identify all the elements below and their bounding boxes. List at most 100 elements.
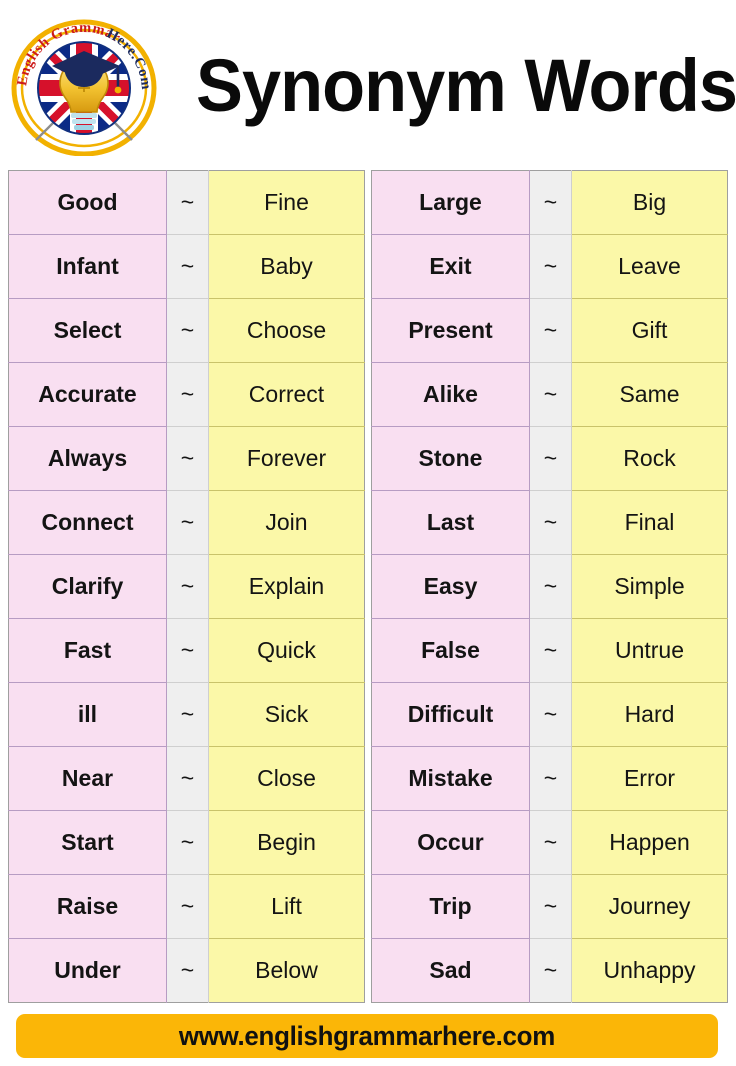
tilde-separator: ~ <box>529 426 572 491</box>
synonym-cell: Same <box>571 362 728 427</box>
word-cell: Under <box>8 938 167 1003</box>
table-row: Select ~ Choose <box>8 298 365 363</box>
tilde-separator: ~ <box>166 746 209 811</box>
table-row: Fast ~ Quick <box>8 618 365 683</box>
tilde-separator: ~ <box>529 298 572 363</box>
synonym-cell: Correct <box>208 362 365 427</box>
word-cell: Connect <box>8 490 167 555</box>
word-cell: Stone <box>371 426 530 491</box>
table-row: Clarify ~ Explain <box>8 554 365 619</box>
synonym-tables: Good ~ Fine Infant ~ Baby Select ~ Choose Accurat… <box>0 170 736 1003</box>
table-row: Connect ~ Join <box>8 490 365 555</box>
table-row: ill ~ Sick <box>8 682 365 747</box>
table-row: Last ~ Final <box>371 490 728 555</box>
table-row: Difficult ~ Hard <box>371 682 728 747</box>
table-row: Trip ~ Journey <box>371 874 728 939</box>
website-footer-bar[interactable]: www.englishgrammarhere.com <box>16 1014 718 1058</box>
word-cell: Good <box>8 170 167 235</box>
table-row: Occur ~ Happen <box>371 810 728 875</box>
tilde-separator: ~ <box>166 874 209 939</box>
tilde-separator: ~ <box>529 170 572 235</box>
synonym-cell: Leave <box>571 234 728 299</box>
word-cell: Difficult <box>371 682 530 747</box>
table-row: Alike ~ Same <box>371 362 728 427</box>
tilde-separator: ~ <box>166 298 209 363</box>
word-cell: Exit <box>371 234 530 299</box>
synonym-cell: Fine <box>208 170 365 235</box>
word-cell: Last <box>371 490 530 555</box>
table-row: Exit ~ Leave <box>371 234 728 299</box>
synonym-cell: Rock <box>571 426 728 491</box>
word-cell: Fast <box>8 618 167 683</box>
synonym-cell: Quick <box>208 618 365 683</box>
word-cell: Occur <box>371 810 530 875</box>
synonym-cell: Baby <box>208 234 365 299</box>
word-cell: Mistake <box>371 746 530 811</box>
tilde-separator: ~ <box>166 682 209 747</box>
website-url: www.englishgrammarhere.com <box>178 1020 556 1051</box>
synonym-table-left: Good ~ Fine Infant ~ Baby Select ~ Choose Accurat… <box>8 170 365 1003</box>
word-cell: Large <box>371 170 530 235</box>
synonym-cell: Sick <box>208 682 365 747</box>
synonym-cell: Gift <box>571 298 728 363</box>
page-header: English Grammar Here.Com Synonym Words <box>0 0 736 162</box>
table-row: Infant ~ Baby <box>8 234 365 299</box>
synonym-cell: Explain <box>208 554 365 619</box>
word-cell: Near <box>8 746 167 811</box>
tilde-separator: ~ <box>166 426 209 491</box>
synonym-cell: Choose <box>208 298 365 363</box>
tilde-separator: ~ <box>166 234 209 299</box>
synonym-cell: Untrue <box>571 618 728 683</box>
table-row: False ~ Untrue <box>371 618 728 683</box>
synonym-cell: Forever <box>208 426 365 491</box>
tilde-separator: ~ <box>166 554 209 619</box>
synonym-cell: Below <box>208 938 365 1003</box>
synonym-table-right: Large ~ Big Exit ~ Leave Present ~ Gift Alike ~ Sam… <box>371 170 728 1003</box>
synonym-cell: Unhappy <box>571 938 728 1003</box>
table-row: Sad ~ Unhappy <box>371 938 728 1003</box>
synonym-cell: Join <box>208 490 365 555</box>
tilde-separator: ~ <box>529 874 572 939</box>
table-row: Always ~ Forever <box>8 426 365 491</box>
tilde-separator: ~ <box>529 234 572 299</box>
tilde-separator: ~ <box>529 938 572 1003</box>
english-grammar-here-badge-icon: English Grammar Here.Com <box>11 19 157 156</box>
synonym-cell: Error <box>571 746 728 811</box>
table-row: Easy ~ Simple <box>371 554 728 619</box>
synonym-cell: Happen <box>571 810 728 875</box>
table-row: Present ~ Gift <box>371 298 728 363</box>
tilde-separator: ~ <box>529 810 572 875</box>
word-cell: Select <box>8 298 167 363</box>
table-row: Stone ~ Rock <box>371 426 728 491</box>
word-cell: Easy <box>371 554 530 619</box>
tilde-separator: ~ <box>529 618 572 683</box>
page-title: Synonym Words <box>196 44 736 127</box>
synonym-cell: Final <box>571 490 728 555</box>
tilde-separator: ~ <box>166 938 209 1003</box>
tilde-separator: ~ <box>166 810 209 875</box>
synonym-cell: Hard <box>571 682 728 747</box>
tilde-separator: ~ <box>529 746 572 811</box>
word-cell: Present <box>371 298 530 363</box>
tilde-separator: ~ <box>529 682 572 747</box>
synonym-cell: Lift <box>208 874 365 939</box>
tilde-separator: ~ <box>529 490 572 555</box>
word-cell: ill <box>8 682 167 747</box>
word-cell: Clarify <box>8 554 167 619</box>
tilde-separator: ~ <box>166 362 209 427</box>
word-cell: False <box>371 618 530 683</box>
tilde-separator: ~ <box>166 490 209 555</box>
synonym-cell: Close <box>208 746 365 811</box>
site-logo: English Grammar Here.Com <box>8 18 160 156</box>
table-row: Under ~ Below <box>8 938 365 1003</box>
table-row: Near ~ Close <box>8 746 365 811</box>
word-cell: Alike <box>371 362 530 427</box>
word-cell: Accurate <box>8 362 167 427</box>
word-cell: Raise <box>8 874 167 939</box>
table-row: Large ~ Big <box>371 170 728 235</box>
word-cell: Infant <box>8 234 167 299</box>
tilde-separator: ~ <box>529 554 572 619</box>
table-row: Raise ~ Lift <box>8 874 365 939</box>
table-row: Start ~ Begin <box>8 810 365 875</box>
word-cell: Always <box>8 426 167 491</box>
